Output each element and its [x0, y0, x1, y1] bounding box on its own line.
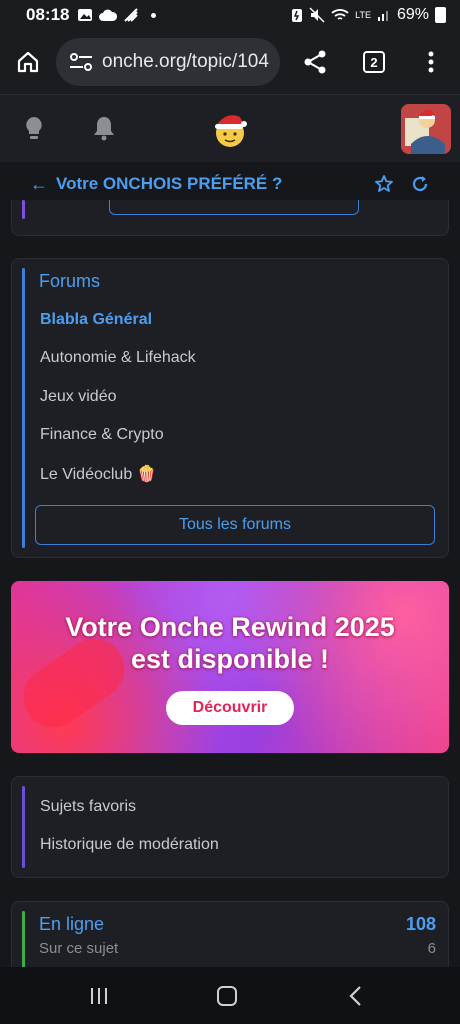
status-notification-icons [77, 7, 157, 23]
browser-home-button[interactable] [0, 30, 56, 94]
mute-icon [309, 7, 325, 23]
online-title: En ligne [39, 914, 105, 934]
site-header [0, 94, 460, 162]
back-arrow-icon[interactable]: ← [30, 174, 48, 195]
online-count: 108 [405, 914, 436, 934]
cloud-icon [99, 9, 118, 21]
user-avatar[interactable] [401, 104, 451, 154]
tabs-icon: 2 [363, 51, 385, 73]
dot-icon [151, 12, 157, 18]
forum-link-finance[interactable]: Finance & Crypto [40, 426, 164, 444]
gallery-icon [78, 9, 93, 21]
star-icon [375, 175, 393, 192]
back-nav-icon[interactable] [348, 985, 362, 1012]
forum-link-videoclub[interactable]: Le Vidéoclub 🍿 [40, 464, 157, 484]
forum-link-autonomie[interactable]: Autonomie & Lifehack [40, 349, 196, 367]
home-icon [17, 51, 39, 73]
notifications-button[interactable] [92, 115, 116, 146]
partial-button[interactable] [109, 200, 359, 215]
all-forums-button[interactable]: Tous les forums [35, 505, 435, 545]
online-sub-count: 6 [427, 940, 436, 957]
more-vert-icon [428, 51, 434, 73]
address-bar[interactable]: onche.org/topic/104 [56, 38, 280, 86]
recents-icon[interactable] [89, 986, 109, 1011]
tabs-button[interactable]: 2 [346, 30, 402, 94]
lightbulb-button[interactable] [22, 115, 46, 146]
status-right-icons: LTE 69% [291, 6, 446, 24]
banner-title-line1: Votre Onche Rewind 2025 [65, 612, 395, 642]
wifi-icon [331, 9, 349, 20]
refresh-icon [412, 176, 428, 192]
discover-button[interactable]: Découvrir [166, 691, 294, 725]
favorite-topics-link[interactable]: Sujets favoris [40, 798, 136, 816]
bell-icon [94, 117, 114, 141]
lightbulb-icon [26, 117, 42, 139]
card-accent-bar [22, 786, 25, 868]
network-type: LTE [355, 9, 371, 20]
url-text: onche.org/topic/104 [102, 51, 269, 72]
moderation-history-link[interactable]: Historique de modération [40, 836, 219, 854]
share-icon [304, 50, 326, 74]
cell-signal-icon [377, 11, 388, 21]
home-nav-icon[interactable] [217, 986, 237, 1006]
favorite-button[interactable] [374, 174, 394, 199]
share-button[interactable] [284, 30, 346, 94]
browser-toolbar: onche.org/topic/104 2 [0, 30, 460, 94]
status-time: 08:18 [26, 5, 70, 24]
card-accent-bar [22, 200, 25, 219]
forums-card: Forums Blabla Général Autonomie & Lifeha… [11, 258, 449, 558]
santa-smiley-logo[interactable] [210, 109, 250, 149]
status-bar: 08:18 LTE 69% [0, 0, 460, 30]
system-nav-bar [0, 967, 460, 1024]
forums-title: Forums [39, 271, 101, 291]
topic-title[interactable]: Votre ONCHOIS PRÉFÉRÉ ? [56, 174, 282, 194]
battery-icon [435, 7, 446, 23]
battery-level: 69% [396, 6, 429, 23]
battery-saver-icon [292, 9, 303, 22]
forum-link-jeux-video[interactable]: Jeux vidéo [40, 388, 117, 406]
banner-title-line2: est disponible ! [130, 644, 330, 674]
forum-link-blabla[interactable]: Blabla Général [40, 311, 152, 329]
rewind-banner[interactable]: Votre Onche Rewind 2025 est disponible !… [11, 581, 449, 753]
browser-menu-button[interactable] [402, 30, 460, 94]
user-links-card: Sujets favoris Historique de modération [11, 776, 449, 878]
refresh-button[interactable] [410, 174, 430, 199]
site-settings-icon[interactable] [68, 52, 94, 72]
card-accent-bar [22, 268, 25, 548]
partial-card [11, 200, 449, 236]
online-sub-label: Sur ce sujet [39, 940, 119, 957]
signal-slash-icon [124, 8, 139, 22]
